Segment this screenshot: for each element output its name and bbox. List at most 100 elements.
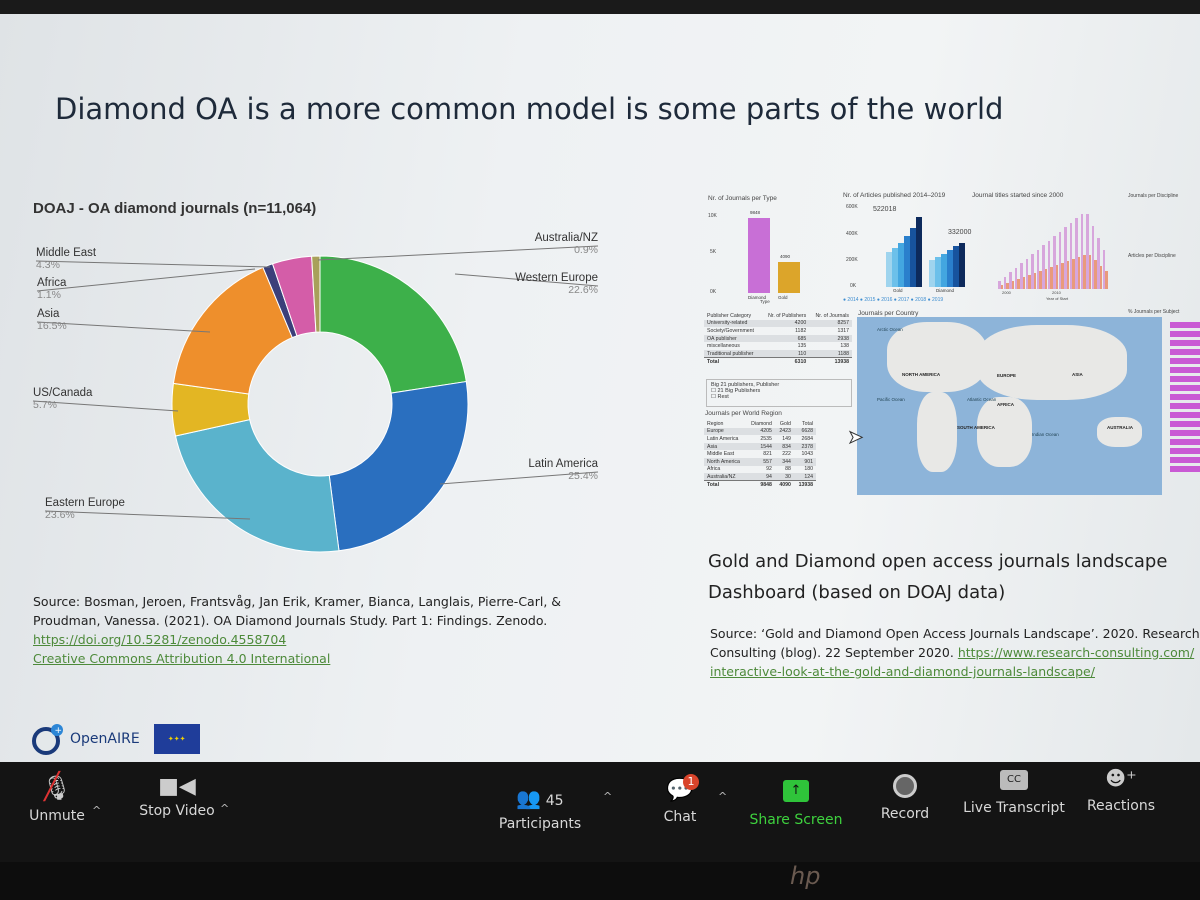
article-bar — [959, 242, 965, 287]
table-cell: 222 — [782, 451, 791, 458]
column-header[interactable]: Nr. of Publishers — [761, 312, 809, 320]
map-label: ASIA — [1072, 372, 1083, 377]
column-header[interactable]: Gold — [775, 420, 794, 428]
map-title: Journals per Country — [858, 310, 919, 317]
participants-icon: 👥 — [516, 786, 542, 810]
table-cell: Total — [704, 357, 762, 366]
types-title: Nr. of Journals per Type — [708, 195, 777, 202]
svg-text:+: + — [55, 726, 63, 736]
subject-bar — [1170, 466, 1200, 472]
map-label: SOUTH AMERICA — [957, 425, 995, 430]
table-cell: Latin America — [707, 435, 739, 442]
share-arrow-icon: ↑ — [783, 780, 809, 802]
percent-label: 1.1% — [37, 289, 61, 301]
table-cell: 2535 — [760, 435, 772, 442]
column-header[interactable]: Total — [794, 420, 816, 428]
openaire-logo: + OpenAIRE ✦✦✦ — [30, 722, 200, 756]
subject-bar — [1170, 457, 1200, 463]
table-cell: 901 — [793, 457, 816, 466]
column-header[interactable]: Region — [704, 420, 746, 428]
percent-label: 23.6% — [45, 509, 75, 521]
participants-caret[interactable]: ^ — [603, 790, 612, 803]
map-label: Atlantic Ocean — [967, 397, 997, 402]
table-cell: 13938 — [793, 480, 816, 489]
chat-badge: 1 — [683, 774, 699, 790]
openaire-wordmark: OpenAIRE — [70, 731, 140, 747]
dashboard-caption: Gold and Diamond open access journals la… — [708, 546, 1167, 608]
subject-bar — [1170, 340, 1200, 346]
map-bubble — [1037, 392, 1049, 404]
category-label: Eastern Europe — [45, 497, 125, 509]
started-title: Journal titles started since 2000 — [972, 192, 1064, 199]
table-cell: 110 — [761, 349, 810, 358]
caption-line: Gold and Diamond open access journals la… — [708, 551, 1168, 572]
articles-title: Nr. of Articles published 2014–2019 — [843, 192, 946, 199]
donut-label: Eastern Europe 23.6% — [45, 497, 125, 521]
discipline-title: Journals per Discipline — [1128, 193, 1179, 199]
percent-label: 16.5% — [37, 320, 67, 332]
axis-tick: 400K — [846, 231, 858, 237]
table-row: Middle East 821 222 1043 — [704, 450, 816, 458]
smiley-plus-icon: ☻⁺ — [1105, 766, 1137, 790]
record-button[interactable]: Record — [875, 774, 935, 822]
table-cell: 180 — [804, 466, 813, 473]
table-cell: 1188 — [809, 349, 852, 358]
category-label: Western Europe — [515, 272, 598, 284]
subject-bar — [1170, 394, 1200, 400]
doi-link[interactable]: https://doi.org/10.5281/zenodo.4558704 — [33, 632, 286, 647]
reactions-button[interactable]: ☻⁺ Reactions — [1083, 766, 1159, 814]
participants-button[interactable]: 👥 45 Participants — [495, 786, 585, 832]
column-header[interactable]: Nr. of Journals — [809, 312, 852, 320]
license-link[interactable]: Creative Commons Attribution 4.0 Interna… — [33, 651, 330, 666]
world-map[interactable]: NORTH AMERICA EUROPE ASIA AFRICA SOUTH AMERI… — [857, 317, 1162, 495]
type-bar — [748, 218, 770, 293]
subject-title: % Journals per Subject — [1128, 309, 1180, 315]
column-header[interactable]: Publisher Category — [704, 312, 761, 320]
chat-button[interactable]: 💬 1 Chat — [655, 774, 705, 825]
hp-logo: hp — [790, 862, 821, 890]
big21-filter: Big 21 publishers, Publisher ☐ 21 Big Pu… — [706, 379, 852, 407]
unmute-button[interactable]: 🎙 ╱ Unmute — [22, 772, 92, 824]
map-bubble — [997, 437, 1005, 445]
donut-label: Latin America 25.4% — [528, 458, 598, 482]
chat-caret[interactable]: ^ — [718, 790, 727, 803]
table-cell: 92 — [766, 466, 772, 473]
table-row: miscellaneous 135 138 — [704, 342, 852, 350]
shared-slide: Diamond OA is a more common model is som… — [0, 14, 1200, 762]
filter-option[interactable]: ☐ Rest — [711, 394, 847, 400]
video-camera-icon: ■◀ — [158, 774, 196, 799]
table-cell: 88 — [785, 466, 791, 473]
video-options-caret[interactable]: ^ — [220, 802, 229, 815]
donut-label: Africa 1.1% — [37, 277, 66, 301]
axis-tick: 0K — [710, 289, 717, 295]
caption-line: Dashboard (based on DOAJ data) — [708, 582, 1006, 603]
source-left: Source: Bosman, Jeroen, Frantsvåg, Jan E… — [33, 592, 593, 668]
table-cell: 1317 — [837, 327, 849, 334]
table-cell: 94 — [746, 473, 775, 481]
live-transcript-button[interactable]: CC Live Transcript — [962, 770, 1066, 816]
column-header[interactable]: Diamond — [746, 420, 775, 428]
donut-slice-eastern-europe — [174, 418, 340, 553]
subject-bar — [1170, 439, 1200, 445]
share-screen-button[interactable]: ↑ Share Screen — [748, 780, 844, 828]
eu-flag-icon: ✦✦✦ — [153, 724, 200, 754]
percent-label: 25.4% — [568, 470, 598, 482]
table-row: North America 557 344 901 — [704, 457, 816, 466]
table-cell: 1043 — [801, 451, 813, 458]
table-row: Africa 92 88 180 — [704, 466, 816, 474]
table-cell: 135 — [797, 343, 807, 350]
table-cell: University-related — [704, 319, 762, 328]
source-text: Source: Bosman, Jeroen, Frantsvåg, Jan E… — [33, 594, 562, 628]
research-consulting-link[interactable]: https://www.research-consulting.com/ — [958, 645, 1194, 660]
subject-bar — [1170, 358, 1200, 364]
record-icon — [893, 774, 917, 798]
research-consulting-link[interactable]: interactive-look-at-the-gold-and-diamond… — [710, 664, 1095, 679]
participants-label: Participants — [498, 816, 582, 832]
bar-value: 4090 — [780, 253, 791, 259]
audio-options-caret[interactable]: ^ — [92, 804, 101, 817]
subject-bar — [1170, 349, 1200, 355]
record-label: Record — [880, 806, 930, 822]
stop-video-button[interactable]: ■◀ Stop Video — [132, 774, 222, 819]
subject-bar — [1170, 331, 1200, 337]
unmute-label: Unmute — [29, 808, 85, 824]
